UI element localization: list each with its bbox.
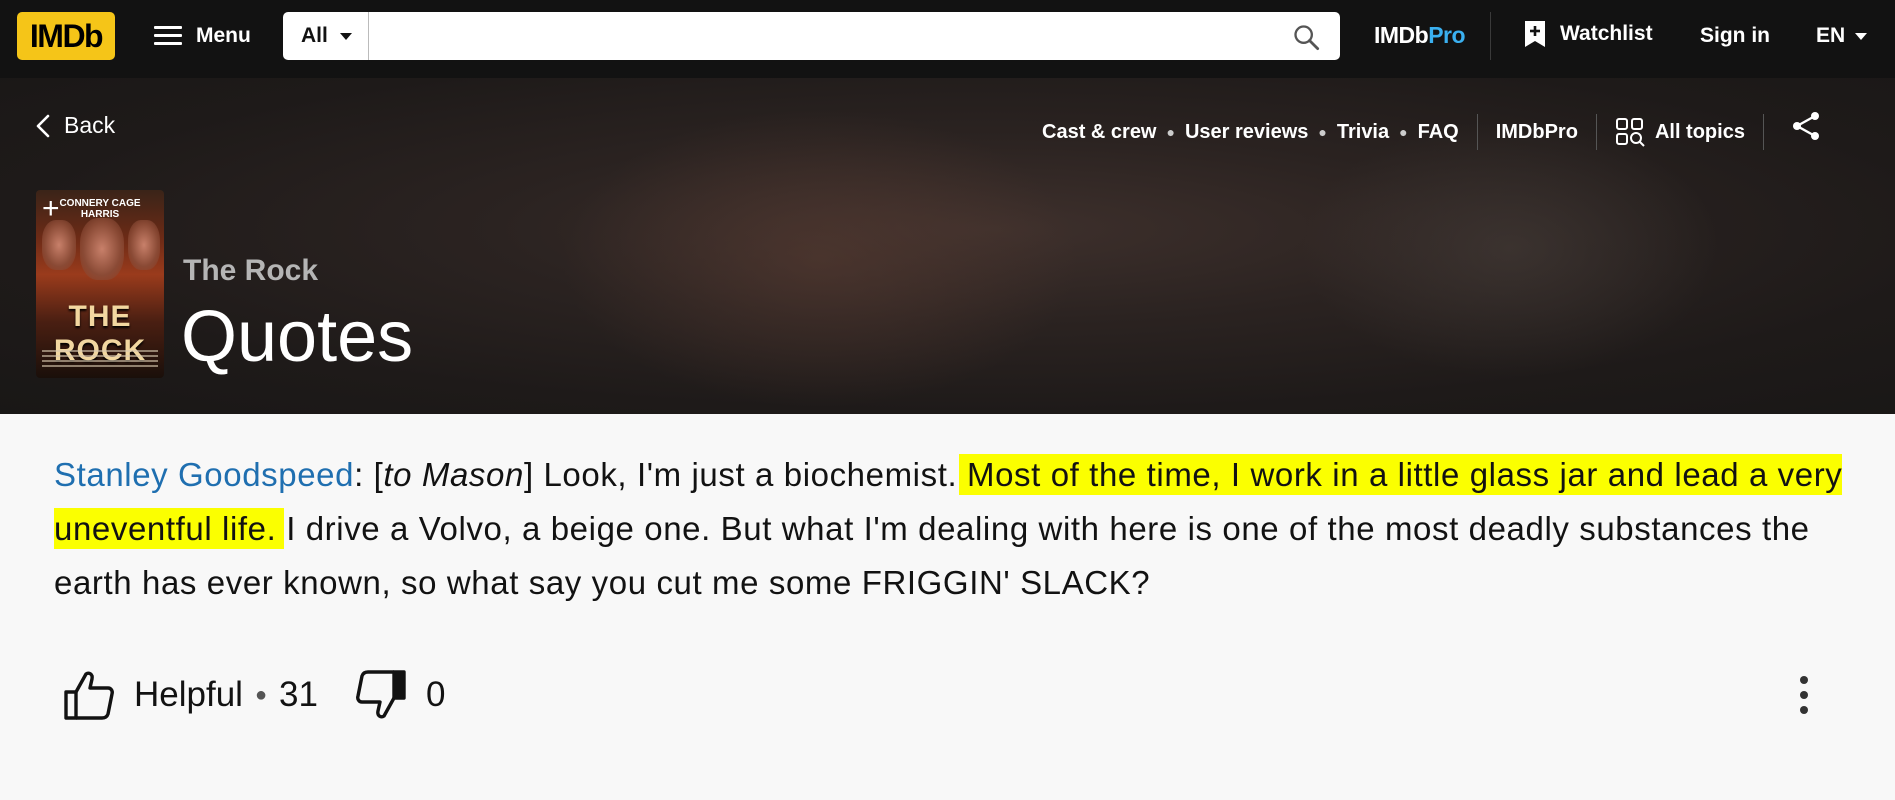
subnav-separator-dot: ● (1318, 124, 1327, 140)
movie-title-link[interactable]: The Rock (183, 254, 318, 288)
add-to-watchlist-icon[interactable]: + (42, 192, 60, 226)
subnav-divider (1762, 114, 1764, 150)
subnav-imdbpro[interactable]: IMDbPro (1496, 121, 1578, 144)
subnav-separator-dot: ● (1166, 124, 1175, 140)
subnav-cast-crew[interactable]: Cast & crew (1042, 121, 1157, 144)
separator-dot: ● (254, 683, 268, 706)
top-navbar: IMDb Menu All IMDbPro Watchlist Sign in … (0, 0, 1895, 78)
language-selector[interactable]: EN (1816, 24, 1868, 48)
share-icon[interactable] (1790, 110, 1822, 142)
watchlist-label: Watchlist (1560, 22, 1653, 45)
imdb-logo[interactable]: IMDb (17, 12, 115, 60)
search-category-label: All (301, 24, 328, 47)
character-link[interactable]: Stanley Goodspeed (54, 456, 354, 493)
thumbs-up-icon[interactable] (62, 668, 116, 722)
search-category-dropdown[interactable]: All (283, 12, 369, 60)
quote-line-start: ] Look, I'm just a biochemist. (523, 456, 968, 493)
background-blur (560, 108, 1080, 408)
subnav-separator-dot: ● (1399, 124, 1408, 140)
movie-poster[interactable]: CONNERY CAGE HARRIS THE ROCK + (36, 190, 164, 378)
watchlist-add-icon (1525, 21, 1545, 47)
menu-button[interactable]: Menu (154, 14, 251, 58)
all-topics-icon (1615, 118, 1645, 147)
caret-down-icon (339, 32, 352, 40)
back-label: Back (64, 112, 116, 138)
thumbs-down-icon[interactable] (354, 668, 408, 722)
poster-face (42, 220, 76, 270)
search-bar: All (283, 12, 1340, 60)
watchlist-button[interactable]: Watchlist (1524, 20, 1653, 48)
subnav-faq[interactable]: FAQ (1418, 121, 1459, 144)
quote-text: Stanley Goodspeed: [to Mason] Look, I'm … (54, 448, 1854, 610)
nav-divider (1490, 12, 1491, 60)
unhelpful-count: 0 (425, 675, 446, 714)
all-topics-button[interactable]: All topics (1615, 117, 1745, 147)
language-label: EN (1816, 24, 1846, 47)
helpful-label[interactable]: Helpful (134, 675, 243, 715)
back-button[interactable]: Back (36, 112, 115, 139)
subnav-divider (1595, 114, 1597, 150)
poster-face (80, 218, 124, 280)
sign-in-link[interactable]: Sign in (1700, 24, 1770, 48)
caret-down-icon (1855, 32, 1868, 40)
poster-face (128, 220, 160, 270)
page-title: Quotes (181, 297, 414, 377)
all-topics-label: All topics (1654, 120, 1745, 143)
more-options-icon[interactable] (1792, 674, 1816, 716)
search-icon[interactable] (1292, 23, 1320, 51)
topic-subnav: Cast & crew ● User reviews ● Trivia ● FA… (1042, 114, 1782, 150)
hero-banner: Back Cast & crew ● User reviews ● Trivia… (0, 78, 1895, 414)
quote-colon: : [ (354, 456, 384, 493)
hamburger-icon (154, 26, 182, 46)
helpful-count: 31 (279, 675, 318, 714)
subnav-user-reviews[interactable]: User reviews (1185, 121, 1308, 144)
menu-label: Menu (196, 24, 251, 47)
subnav-trivia[interactable]: Trivia (1337, 121, 1389, 144)
search-input[interactable] (373, 16, 1253, 56)
chevron-left-icon (36, 114, 50, 137)
poster-credits (42, 350, 158, 370)
imdbpro-link[interactable]: IMDbPro (1374, 22, 1466, 49)
background-blur (1300, 118, 1720, 378)
subnav-divider (1476, 114, 1478, 150)
stage-direction: to Mason (383, 456, 524, 493)
imdbpro-logo-part2: Pro (1428, 22, 1466, 48)
quote-line-rest: I drive a Volvo, a beige one. But what I… (54, 510, 1810, 601)
quote-vote-actions: Helpful ● 31 0 (62, 668, 445, 722)
imdbpro-logo-part1: IMDb (1374, 22, 1429, 48)
